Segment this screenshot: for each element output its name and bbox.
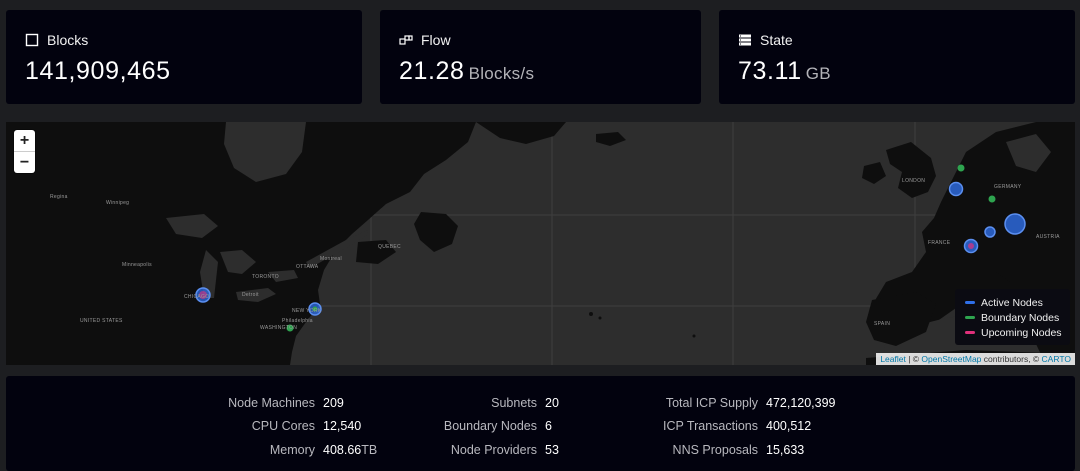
osm-link[interactable]: OpenStreetMap	[921, 354, 981, 364]
server-stack-icon	[738, 33, 752, 47]
zoom-control: + −	[14, 130, 35, 173]
state-unit: GB	[805, 64, 831, 83]
blocks-header: Blocks	[25, 32, 362, 48]
metric-label: ICP Transactions	[663, 419, 758, 433]
place-label-toronto: TORONTO	[252, 274, 279, 280]
metric-label: Total ICP Supply	[665, 396, 758, 410]
metric-nns-proposals: NNS Proposals 15,633	[6, 442, 805, 458]
blocks-card: Blocks 141,909,465	[6, 10, 362, 104]
state-value: 73.11	[738, 57, 802, 85]
place-label-washington: WASHINGTON	[260, 325, 298, 331]
legend-item-upcoming: Upcoming Nodes	[965, 325, 1070, 340]
flow-card: Flow 21.28 Blocks/s	[380, 10, 701, 104]
carto-link[interactable]: CARTO	[1042, 354, 1071, 364]
state-label: State	[760, 32, 793, 48]
zoom-out-button[interactable]: −	[14, 151, 35, 173]
legend-swatch-upcoming	[965, 331, 975, 334]
flow-unit: Blocks/s	[468, 64, 535, 83]
legend-swatch-active	[965, 301, 975, 304]
place-label-spain: SPAIN	[874, 321, 891, 327]
flow-icon	[399, 33, 413, 47]
metric-icp-transactions: ICP Transactions 400,512	[6, 418, 811, 434]
place-label-germany: GERMANY	[994, 184, 1022, 190]
metric-total-icp-supply: Total ICP Supply 472,120,399	[6, 395, 836, 411]
network-metrics: Node Machines 209 CPU Cores 12,540 Memor…	[6, 376, 1075, 471]
state-card: State 73.11 GB	[719, 10, 1075, 104]
place-label-london: LONDON	[902, 178, 926, 184]
attribution-sep: | ©	[905, 354, 922, 364]
legend-label-active: Active Nodes	[981, 296, 1043, 309]
metric-label: NNS Proposals	[672, 443, 758, 457]
square-icon	[25, 33, 39, 47]
leaflet-link[interactable]: Leaflet	[880, 354, 906, 364]
metric-value: 400,512	[766, 419, 812, 433]
legend-label-boundary: Boundary Nodes	[981, 311, 1060, 324]
legend-item-boundary: Boundary Nodes	[965, 310, 1070, 325]
place-label-france: FRANCE	[928, 240, 951, 246]
flow-value-row: 21.28 Blocks/s	[399, 57, 701, 88]
place-label-united-states: UNITED STATES	[80, 318, 123, 324]
legend-swatch-boundary	[965, 316, 975, 319]
place-label-quebec: QUEBEC	[378, 244, 401, 250]
place-label-austria: AUSTRIA	[1036, 234, 1060, 240]
map-tiles	[6, 122, 1075, 365]
place-label-new-york: NEW YORK	[292, 308, 322, 314]
state-header: State	[738, 32, 1075, 48]
node-map[interactable]: LONDON GERMANY FRANCE AUSTRIA SPAIN CHIC…	[6, 122, 1075, 365]
place-label-detroit: Detroit	[242, 292, 259, 298]
metric-value: 472,120,399	[766, 396, 836, 410]
state-value-row: 73.11 GB	[738, 57, 1075, 88]
place-label-minneapolis: Minneapolis	[122, 262, 152, 268]
place-label-philadelphia: Philadelphia	[282, 318, 313, 324]
blocks-value: 141,909,465	[25, 57, 171, 85]
place-label-winnipeg: Winnipeg	[106, 200, 130, 206]
flow-value: 21.28	[399, 57, 465, 85]
zoom-in-button[interactable]: +	[14, 130, 35, 151]
legend-label-upcoming: Upcoming Nodes	[981, 326, 1062, 339]
blocks-value-row: 141,909,465	[25, 57, 362, 85]
flow-header: Flow	[399, 32, 701, 48]
flow-label: Flow	[421, 32, 451, 48]
place-label-montreal: Montreal	[320, 256, 342, 262]
place-label-chicago: CHICAGO	[184, 294, 210, 300]
blocks-label: Blocks	[47, 32, 89, 48]
map-attribution: Leaflet | © OpenStreetMap contributors, …	[876, 353, 1075, 365]
map-legend: Active Nodes Boundary Nodes Upcoming Nod…	[955, 289, 1070, 345]
legend-item-active: Active Nodes	[965, 295, 1070, 310]
place-label-ottawa: OTTAWA	[296, 264, 319, 270]
place-label-regina: Regina	[50, 194, 68, 200]
metric-value: 15,633	[766, 443, 805, 457]
attribution-contrib: contributors, ©	[981, 354, 1042, 364]
